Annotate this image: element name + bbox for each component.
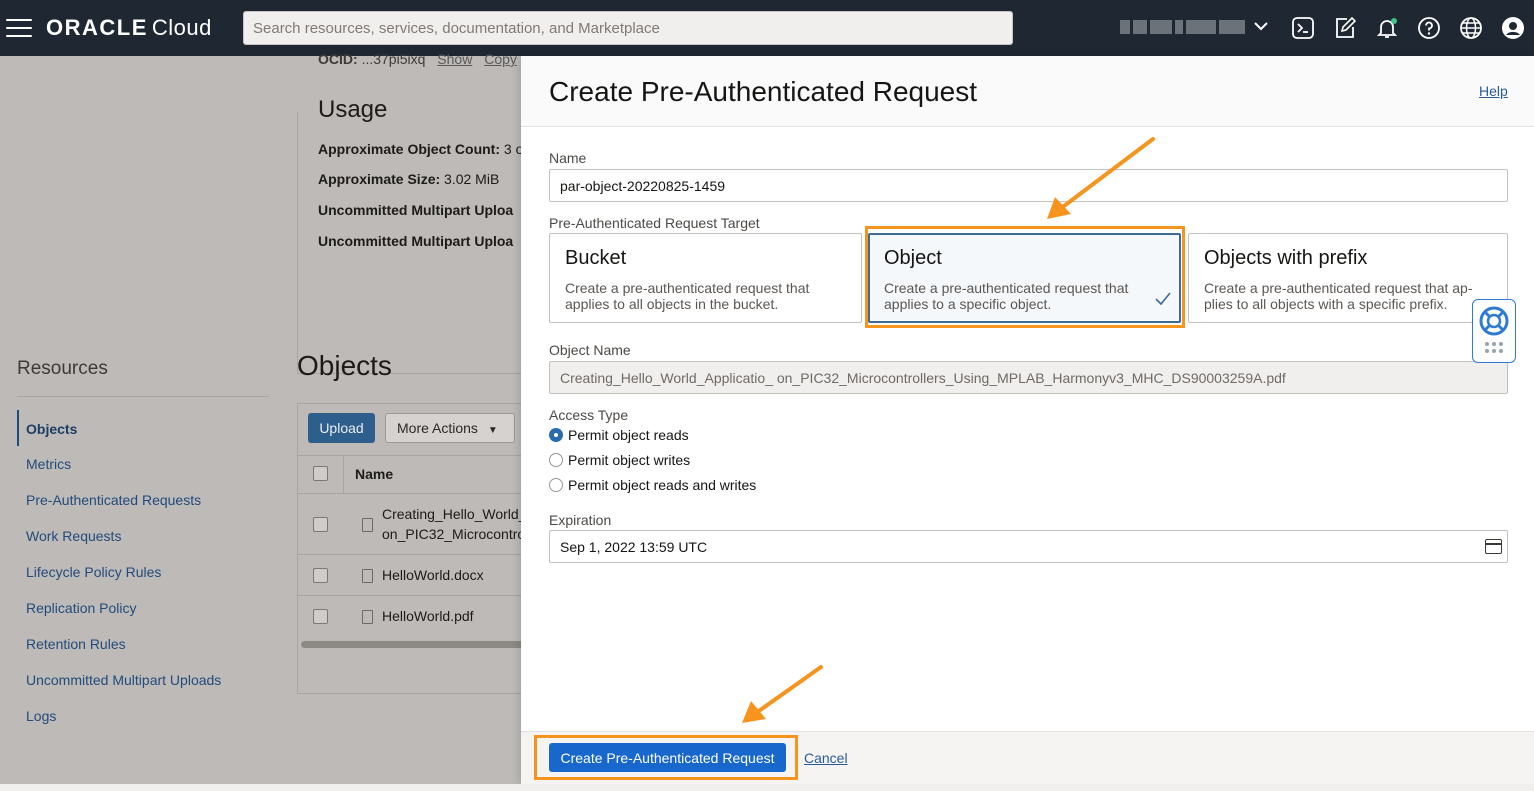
resource-link-uncommitted[interactable]: Uncommitted Multipart Uploads [26, 672, 221, 688]
usage-size: Approximate Size: 3.02 MiB [318, 171, 500, 187]
tenancy-selector-redacted[interactable] [1120, 18, 1248, 36]
row-divider [298, 554, 536, 555]
calendar-icon[interactable] [1485, 539, 1502, 554]
support-widget[interactable] [1472, 299, 1516, 363]
objects-table-panel [297, 403, 537, 694]
file-icon [362, 610, 373, 624]
upload-button[interactable]: Upload [308, 413, 375, 443]
table-row-name[interactable]: HelloWorld.docx [382, 565, 484, 585]
resource-link-par[interactable]: Pre-Authenticated Requests [26, 492, 201, 508]
file-icon [362, 569, 373, 583]
ocid-copy-link[interactable]: Copy [484, 51, 517, 67]
active-indicator [17, 410, 19, 446]
resource-link-work-requests[interactable]: Work Requests [26, 528, 121, 544]
create-par-drawer: Create Pre-Authenticated Request Help Na… [521, 56, 1534, 784]
object-name-field [549, 361, 1508, 394]
more-actions-button[interactable]: More Actions ▼ [385, 413, 515, 443]
resources-title: Resources [17, 358, 108, 379]
card-title: Bucket [565, 247, 627, 269]
target-card-prefix[interactable]: Objects with prefix Create a pre-authent… [1188, 233, 1508, 323]
usage-title: Usage [318, 96, 388, 123]
ocid-show-link[interactable]: Show [437, 51, 472, 67]
radio-label: Permit object writes [568, 452, 691, 468]
expiration-input[interactable] [549, 530, 1508, 563]
card-description: Create a pre-authenticated request that … [565, 280, 810, 312]
usage-uncommitted-2: Uncommitted Multipart Uploa [318, 233, 514, 249]
radio-button-selected[interactable] [549, 428, 563, 442]
horizontal-scrollbar[interactable] [301, 641, 537, 648]
top-navigation-bar: ORACLE Cloud [0, 0, 1534, 56]
resource-link-replication[interactable]: Replication Policy [26, 600, 137, 616]
language-icon[interactable] [1458, 15, 1484, 41]
table-row-name[interactable]: HelloWorld.pdf [382, 606, 474, 626]
ocid-line: OCID: ...37pi5ixq Show Copy [318, 51, 517, 67]
card-description: Create a pre-authenticated request that … [1204, 280, 1473, 312]
radio-permit-writes[interactable]: Permit object writes [549, 451, 690, 469]
resource-link-logs[interactable]: Logs [26, 708, 56, 724]
radio-button[interactable] [549, 453, 563, 467]
help-icon[interactable] [1416, 15, 1442, 41]
highlight-box-object [865, 226, 1185, 328]
radio-button[interactable] [549, 478, 563, 492]
highlight-box-create [534, 735, 798, 780]
usage-uncommitted-1: Uncommitted Multipart Uploa [318, 202, 514, 218]
radio-label: Permit object reads [568, 427, 689, 443]
select-all-checkbox[interactable] [313, 466, 328, 481]
resource-link-metrics[interactable]: Metrics [26, 456, 71, 472]
table-row-name[interactable]: Creating_Hello_World_ on_PIC32_Microcontr… [382, 504, 526, 544]
card-title: Objects with prefix [1204, 247, 1368, 269]
oracle-cloud-logo[interactable]: ORACLE Cloud [46, 15, 212, 41]
table-header [298, 455, 536, 494]
resource-link-objects[interactable]: Objects [26, 421, 77, 437]
notifications-icon[interactable] [1374, 15, 1400, 41]
column-header-name[interactable]: Name [355, 466, 393, 482]
bottom-strip [0, 784, 1534, 791]
access-type-label: Access Type [549, 407, 629, 423]
name-label: Name [549, 150, 587, 166]
radio-label: Permit object reads and writes [568, 477, 757, 493]
menu-icon[interactable] [6, 16, 32, 40]
search-input[interactable] [243, 11, 1013, 45]
lifebuoy-icon [1479, 306, 1509, 353]
cancel-link[interactable]: Cancel [804, 750, 848, 766]
row-checkbox[interactable] [313, 568, 328, 583]
help-link[interactable]: Help [1479, 83, 1508, 99]
caret-down-icon: ▼ [487, 425, 498, 436]
chevron-down-icon[interactable] [1253, 18, 1269, 39]
target-card-bucket[interactable]: Bucket Create a pre-authenticated reques… [549, 233, 862, 323]
target-label: Pre-Authenticated Request Target [549, 215, 760, 231]
edit-icon[interactable] [1332, 15, 1358, 41]
row-checkbox[interactable] [313, 517, 328, 532]
row-divider [298, 595, 536, 596]
profile-icon[interactable] [1500, 15, 1526, 41]
resource-link-retention[interactable]: Retention Rules [26, 636, 126, 652]
expiration-label: Expiration [549, 512, 612, 528]
row-checkbox[interactable] [313, 609, 328, 624]
resources-divider [17, 396, 269, 397]
usage-object-count: Approximate Object Count: 3 o [318, 141, 524, 157]
object-name-label: Object Name [549, 342, 631, 358]
column-separator [343, 455, 344, 494]
radio-permit-reads[interactable]: Permit object reads [549, 426, 689, 444]
objects-title: Objects [297, 350, 392, 381]
drawer-title: Create Pre-Authenticated Request [549, 76, 978, 107]
radio-permit-reads-writes[interactable]: Permit object reads and writes [549, 476, 756, 494]
name-input[interactable] [549, 169, 1508, 202]
file-icon [362, 518, 373, 532]
cloud-shell-icon[interactable] [1290, 15, 1316, 41]
resource-link-lifecycle[interactable]: Lifecycle Policy Rules [26, 564, 161, 580]
drawer-header: Create Pre-Authenticated Request Help [521, 56, 1534, 127]
